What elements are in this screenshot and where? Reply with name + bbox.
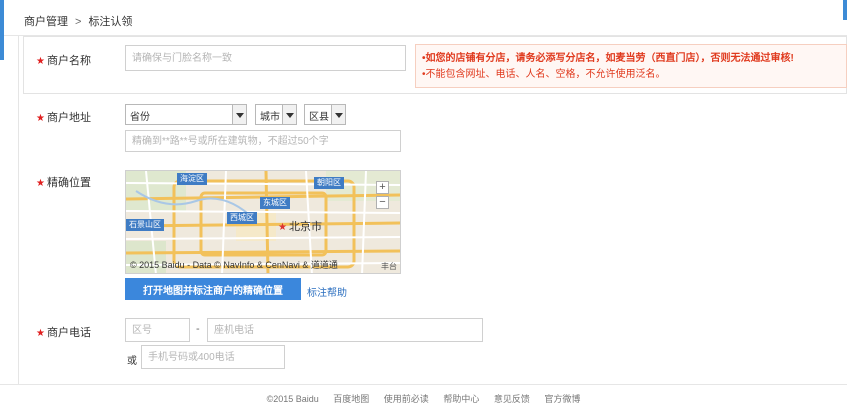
chevron-down-icon	[331, 105, 345, 124]
precise-location-label: ★ 精确位置	[36, 177, 91, 189]
area-code-input[interactable]	[125, 318, 190, 342]
district-label: 海淀区	[177, 173, 207, 185]
district-label: 西城区	[227, 212, 257, 224]
or-label: 或	[127, 356, 137, 367]
merchant-address-label: ★ 商户地址	[36, 112, 91, 124]
district-select[interactable]: 区县	[304, 104, 346, 125]
map-city-label: ★ 北京市	[278, 221, 322, 233]
landline-input[interactable]	[207, 318, 483, 342]
footer-link[interactable]: 意见反馈	[494, 394, 530, 404]
footer-link[interactable]: 帮助中心	[443, 394, 479, 404]
footer-link[interactable]: 百度地图	[333, 394, 369, 404]
accent-bar-right	[843, 0, 847, 20]
footer-copyright: ©2015 Baidu	[266, 394, 319, 404]
accent-bar	[0, 0, 4, 60]
top-bar: 商户管理 > 标注认领	[0, 0, 847, 60]
map-district-label: 丰台	[381, 262, 397, 271]
chevron-down-icon	[232, 105, 246, 124]
map-copyright: © 2015 Baidu - Data © NavInfo & CenNavi …	[130, 260, 338, 270]
merchant-phone-label: ★ 商户电话	[36, 327, 91, 339]
breadcrumb-separator: >	[75, 16, 82, 28]
zoom-out-button[interactable]: −	[376, 196, 389, 209]
required-icon: ★	[36, 56, 45, 67]
warning-line-1: •如您的店铺有分店，请务必添写分店名，如麦当劳（西直门店），否则无法通过审核!	[422, 53, 794, 64]
required-icon: ★	[36, 178, 45, 189]
location-map[interactable]: 海淀区 朝阳区 东城区 西城区 石景山区 ★ 北京市 + − © 2015 Bai…	[125, 170, 401, 274]
city-select[interactable]: 城市	[255, 104, 297, 125]
footer-link[interactable]: 使用前必读	[384, 394, 429, 404]
open-map-button[interactable]: 打开地图并标注商户的精确位置	[125, 278, 301, 300]
breadcrumb-root[interactable]: 商户管理	[24, 16, 68, 28]
address-detail-input[interactable]	[125, 130, 401, 152]
breadcrumb: 商户管理 > 标注认领	[24, 13, 132, 29]
required-icon: ★	[36, 113, 45, 124]
district-label: 石景山区	[126, 219, 164, 231]
city-marker-icon: ★	[278, 222, 287, 233]
breadcrumb-current: 标注认领	[88, 16, 133, 28]
province-select[interactable]: 省份	[125, 104, 247, 125]
footer-divider	[0, 384, 847, 385]
zoom-in-button[interactable]: +	[376, 181, 389, 194]
name-warning-box: •如您的店铺有分店，请务必添写分店名，如麦当劳（西直门店），否则无法通过审核! …	[415, 44, 847, 88]
warning-line-2: •不能包含网址、电话、人名、空格，不允许使用泛名。	[422, 69, 666, 80]
map-help-link[interactable]: 标注帮助	[307, 284, 347, 299]
footer-link[interactable]: 官方微博	[544, 394, 580, 404]
district-label: 东城区	[260, 197, 290, 209]
merchant-name-input[interactable]	[125, 45, 406, 71]
footer: ©2015 Baidu 百度地图 使用前必读 帮助中心 意见反馈 官方微博	[0, 392, 847, 405]
chevron-down-icon	[282, 105, 296, 124]
required-icon: ★	[36, 328, 45, 339]
district-label: 朝阳区	[314, 177, 344, 189]
phone-dash: -	[196, 323, 200, 335]
merchant-name-label: ★ 商户名称	[36, 55, 91, 67]
mobile-input[interactable]	[141, 345, 285, 369]
